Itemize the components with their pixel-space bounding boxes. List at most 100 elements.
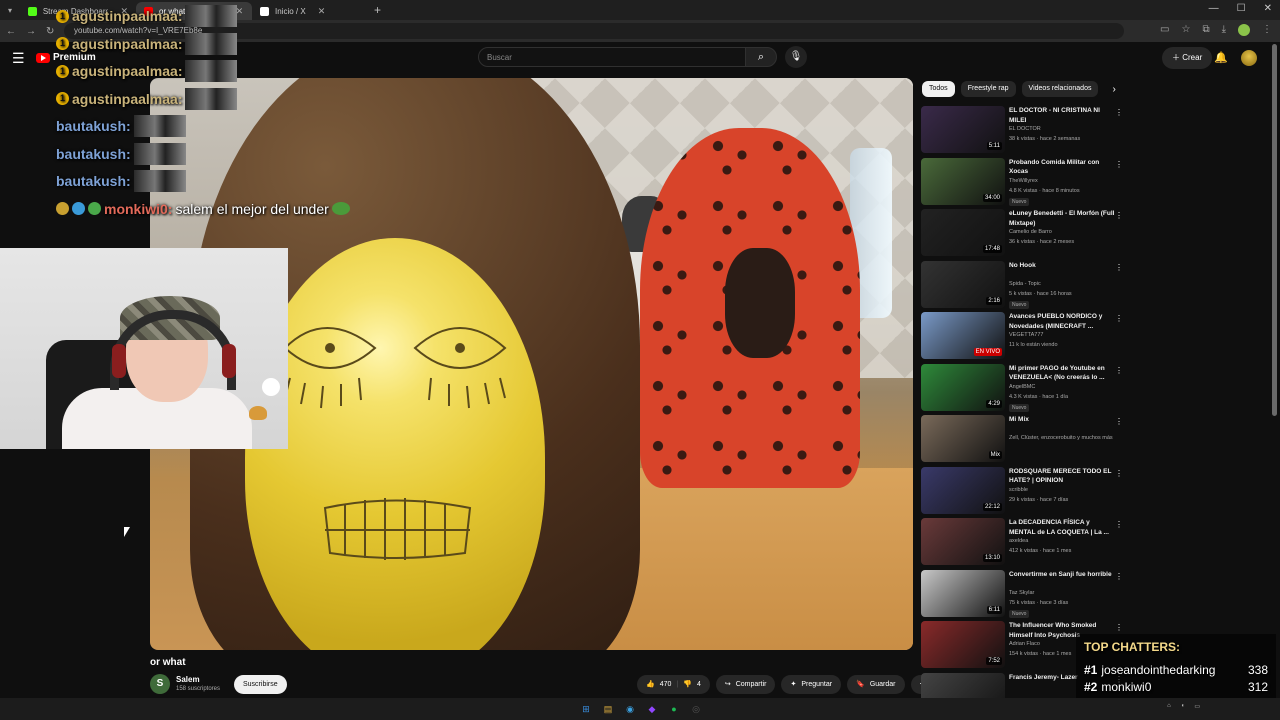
mic-button[interactable]: 🎙 [785,46,807,68]
related-video[interactable]: 5:11 EL DOCTOR - NI CRISTINA NI MILEI EL D… [921,106,1126,158]
related-channel[interactable]: Zell, Clúster, enzocerobuito y muchos má… [1009,435,1119,441]
network-icon[interactable]: ⌂ [1167,703,1171,710]
related-channel[interactable]: TheWillyrex [1009,178,1119,184]
chrome-icon[interactable]: ◉ [622,701,638,717]
kebab-menu-icon[interactable]: ⋮ [1115,314,1123,323]
spotify-icon[interactable]: ● [666,701,682,717]
channel-name[interactable]: Salem [176,675,200,684]
video-thumbnail[interactable]: 6:11 [921,569,1005,617]
related-title[interactable]: RODSQUARE MERECE TODO EL HATE? | OPINION [1009,467,1115,486]
profile-icon[interactable] [1238,24,1250,36]
video-thumbnail[interactable]: EN VIVO [921,312,1005,359]
kebab-menu-icon[interactable]: ⋮ [1115,160,1123,169]
related-video[interactable]: 17:48 eLuney Benedetti - El Morfón (Full … [921,209,1126,261]
related-channel[interactable]: Taz Skylar [1009,590,1119,596]
ask-button[interactable]: ✦ Preguntar [781,675,842,694]
video-thumbnail[interactable]: 2:16 [921,260,1005,308]
related-video[interactable]: 13:10 La DECADENCIA FÍSICA y MENTAL de LA… [921,518,1126,570]
related-title[interactable]: Mi Mix [1009,415,1115,425]
new-tab-button[interactable]: + [368,3,387,17]
related-channel[interactable]: Spida - Topic [1009,281,1119,287]
scrollbar[interactable] [1272,44,1277,416]
hamburger-icon[interactable]: ☰ [12,50,25,67]
close-tab-icon[interactable]: ✕ [318,6,326,17]
related-title[interactable]: EL DOCTOR - NI CRISTINA NI MILEI [1009,106,1115,125]
related-title[interactable]: No Hook [1009,261,1115,271]
tab-search-icon[interactable]: ▾ [8,6,12,15]
browser-tab[interactable]: Inicio / X ✕ [252,2,368,20]
related-video[interactable]: 34:00 Probando Comida Militar con Xocas Th… [921,157,1126,210]
related-channel[interactable]: AngelBMC [1009,384,1119,390]
search-input[interactable]: Buscar [478,47,746,67]
related-video[interactable]: 4:29 Mi primer PAGO de Youtube en VENEZUE… [921,363,1126,416]
download-icon[interactable]: ⤓ [1222,24,1226,36]
minimize-icon[interactable]: — [1209,3,1219,14]
twitch-icon[interactable]: ◆ [644,701,660,717]
avatar[interactable] [1241,50,1257,66]
video-thumbnail[interactable]: 34:00 [921,157,1005,205]
windows-start-icon[interactable]: ⊞ [578,701,594,717]
video-thumbnail[interactable]: 13:10 [921,518,1005,565]
kebab-menu-icon[interactable]: ⋮ [1115,417,1123,426]
maximize-icon[interactable]: ☐ [1237,3,1246,14]
video-thumbnail[interactable]: 7:52 [921,621,1005,668]
obs-icon[interactable]: ◎ [688,701,704,717]
thumbs-down-icon[interactable]: 👎 [683,675,692,694]
related-channel[interactable]: EL DOCTOR [1009,126,1119,132]
video-thumbnail[interactable]: 17:48 [921,209,1005,256]
subscribe-button[interactable]: Suscribirse [234,675,287,694]
bookmark-star-icon[interactable]: ☆ [1181,24,1190,36]
kebab-menu-icon[interactable]: ⋮ [1115,108,1123,117]
kebab-menu-icon[interactable]: ⋮ [1115,520,1123,529]
search-button[interactable]: ⌕ [745,47,777,67]
bell-icon[interactable]: 🔔 [1214,51,1228,64]
related-video[interactable]: Mix Mi Mix Zell, Clúster, enzocerobuito y … [921,415,1126,467]
kebab-menu-icon[interactable]: ⋮ [1115,263,1123,272]
create-button[interactable]: ＋ Crear [1162,47,1213,69]
chat-username: agustinpaalmaa: [72,90,183,107]
related-channel[interactable]: scribble [1009,487,1119,493]
youtube-play-icon [36,52,50,63]
related-title[interactable]: eLuney Benedetti - El Morfón (Full Mixta… [1009,209,1115,228]
video-thumbnail[interactable]: 5:11 [921,106,1005,153]
chevron-right-icon[interactable]: › [1112,84,1115,95]
related-title[interactable]: La DECADENCIA FÍSICA y MENTAL de LA COQU… [1009,518,1115,537]
share-button[interactable]: ↪ Compartir [715,675,776,694]
related-title[interactable]: Probando Comida Militar con Xocas [1009,158,1115,177]
browser-menu-icon[interactable]: ⋮ [1262,24,1272,36]
related-title[interactable]: Mi primer PAGO de Youtube en VENEZUELA< … [1009,364,1115,383]
back-icon[interactable]: ← [6,26,16,37]
video-thumbnail[interactable]: 4:29 [921,363,1005,411]
volume-icon[interactable]: ◖ [1181,703,1185,710]
close-window-icon[interactable]: ✕ [1264,3,1272,14]
kebab-menu-icon[interactable]: ⋮ [1115,366,1123,375]
like-button[interactable]: 👍 470 | 👎 4 [637,675,710,694]
related-video[interactable]: 2:16 No Hook Spida - Topic 5 k vistas · hac… [921,260,1126,313]
file-explorer-icon[interactable]: ▤ [600,701,616,717]
sub-badge-icon: 1 [56,92,69,105]
related-channel[interactable]: axeldea [1009,538,1119,544]
kebab-menu-icon[interactable]: ⋮ [1115,469,1123,478]
chip-2[interactable]: Videos relacionados [1021,81,1099,97]
kebab-menu-icon[interactable]: ⋮ [1115,623,1123,632]
battery-icon[interactable]: ▭ [1194,703,1200,710]
related-title[interactable]: Convertirme en Sanji fue horrible [1009,570,1115,580]
forward-icon[interactable]: → [26,26,36,37]
chip-0[interactable]: Todos [922,81,955,97]
related-video[interactable]: 22:12 RODSQUARE MERECE TODO EL HATE? | OP… [921,466,1126,519]
video-thumbnail[interactable]: 22:12 [921,466,1005,514]
related-channel[interactable]: Camelio de Barro [1009,229,1119,235]
chip-1[interactable]: Freestyle rap [960,81,1016,97]
kebab-menu-icon[interactable]: ⋮ [1115,211,1123,220]
reload-icon[interactable]: ↻ [46,26,54,37]
cast-icon[interactable]: ▭ [1160,24,1169,36]
related-video[interactable]: EN VIVO Avances PUEBLO NORDICO y Novedade… [921,312,1126,364]
kebab-menu-icon[interactable]: ⋮ [1115,572,1123,581]
save-button[interactable]: 🔖 Guardar [847,675,905,694]
related-channel[interactable]: VEGETTA777 [1009,332,1119,338]
extensions-icon[interactable]: ⧉ [1202,24,1209,36]
related-title[interactable]: Avances PUEBLO NORDICO y Novedades (MINE… [1009,312,1115,331]
video-thumbnail[interactable]: Mix [921,415,1005,462]
related-video[interactable]: 6:11 Convertirme en Sanji fue horrible Taz… [921,569,1126,622]
channel-avatar[interactable]: S [150,674,170,694]
